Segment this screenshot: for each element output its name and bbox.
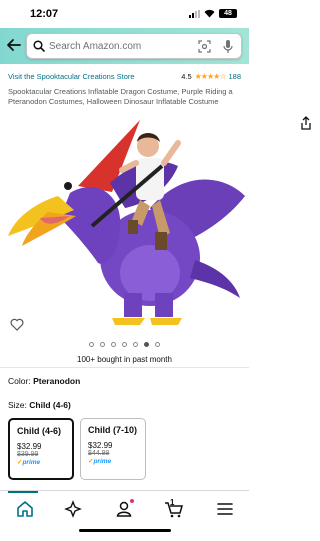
back-arrow-icon[interactable] [6, 37, 22, 53]
size-option-child-7-10[interactable]: Child (7-10) $32.99 $44.99 ✓prime [80, 418, 146, 480]
color-selection: Color: Pteranodon [8, 376, 80, 386]
image-pagination[interactable] [0, 342, 249, 347]
battery-indicator: 48 [219, 9, 237, 18]
home-icon[interactable] [16, 500, 34, 518]
store-link[interactable]: Visit the Spooktacular Creations Store [8, 72, 135, 81]
status-icons: 48 [189, 9, 237, 18]
search-icon [33, 40, 45, 52]
search-placeholder: Search Amazon.com [49, 41, 142, 52]
bottom-tab-bar: 1 [0, 490, 249, 541]
microphone-icon[interactable] [223, 39, 233, 54]
pagination-dot[interactable] [100, 342, 105, 347]
size-option-price: $32.99 [17, 442, 42, 451]
color-label: Color: [8, 376, 31, 386]
pagination-dot[interactable] [122, 342, 127, 347]
status-time: 12:07 [30, 8, 59, 20]
pteranodon-costume-image [8, 120, 245, 325]
share-icon[interactable] [300, 116, 312, 130]
size-option-child-4-6[interactable]: Child (4-6) $32.99 $39.99 ✓prime [8, 418, 74, 480]
rating-count: 188 [228, 72, 241, 81]
pagination-dot[interactable] [89, 342, 94, 347]
prime-badge: ✓prime [17, 459, 41, 466]
header: Search Amazon.com [0, 28, 249, 64]
cart-tab[interactable]: 1 [164, 498, 183, 518]
size-label: Size: [8, 400, 27, 410]
camera-scan-icon[interactable] [198, 40, 211, 53]
size-selection: Size: Child (4-6) [8, 400, 71, 410]
home-indicator [79, 529, 171, 532]
size-option-list-price: $39.99 [17, 451, 39, 458]
account-tab[interactable] [115, 499, 134, 518]
active-tab-indicator [8, 491, 38, 493]
size-option-name: Child (4-6) [17, 426, 61, 436]
pagination-dot[interactable] [111, 342, 116, 347]
size-option-name: Child (7-10) [88, 425, 138, 435]
ai-sparkle-icon[interactable] [64, 500, 82, 518]
product-image[interactable] [0, 108, 249, 338]
prime-badge: ✓prime [88, 458, 112, 465]
notification-badge [130, 499, 134, 503]
size-option-price: $32.99 [88, 441, 113, 450]
rating-value: 4.5 [181, 72, 192, 81]
size-value: Child (4-6) [29, 400, 71, 410]
size-option-list-price: $44.99 [88, 450, 110, 457]
divider [0, 367, 249, 368]
product-title: Spooktacular Creations Inflatable Dragon… [8, 87, 233, 106]
pagination-dot[interactable] [133, 342, 138, 347]
signal-icon [189, 9, 200, 18]
heart-icon[interactable] [10, 318, 24, 331]
star-rating-icon: ★★★★☆ [194, 72, 227, 81]
cart-count: 1 [170, 498, 175, 507]
bought-count: 100+ bought in past month [77, 355, 172, 364]
pagination-dot-active[interactable] [144, 342, 149, 347]
search-input[interactable]: Search Amazon.com [26, 33, 242, 59]
rating[interactable]: 4.5 ★★★★☆ 188 [181, 72, 241, 81]
status-bar: 12:07 48 [0, 0, 249, 28]
color-value: Pteranodon [33, 376, 81, 386]
menu-icon[interactable] [216, 500, 234, 518]
store-row: Visit the Spooktacular Creations Store 4… [8, 72, 241, 84]
pagination-dot[interactable] [155, 342, 160, 347]
wifi-icon [204, 9, 215, 18]
